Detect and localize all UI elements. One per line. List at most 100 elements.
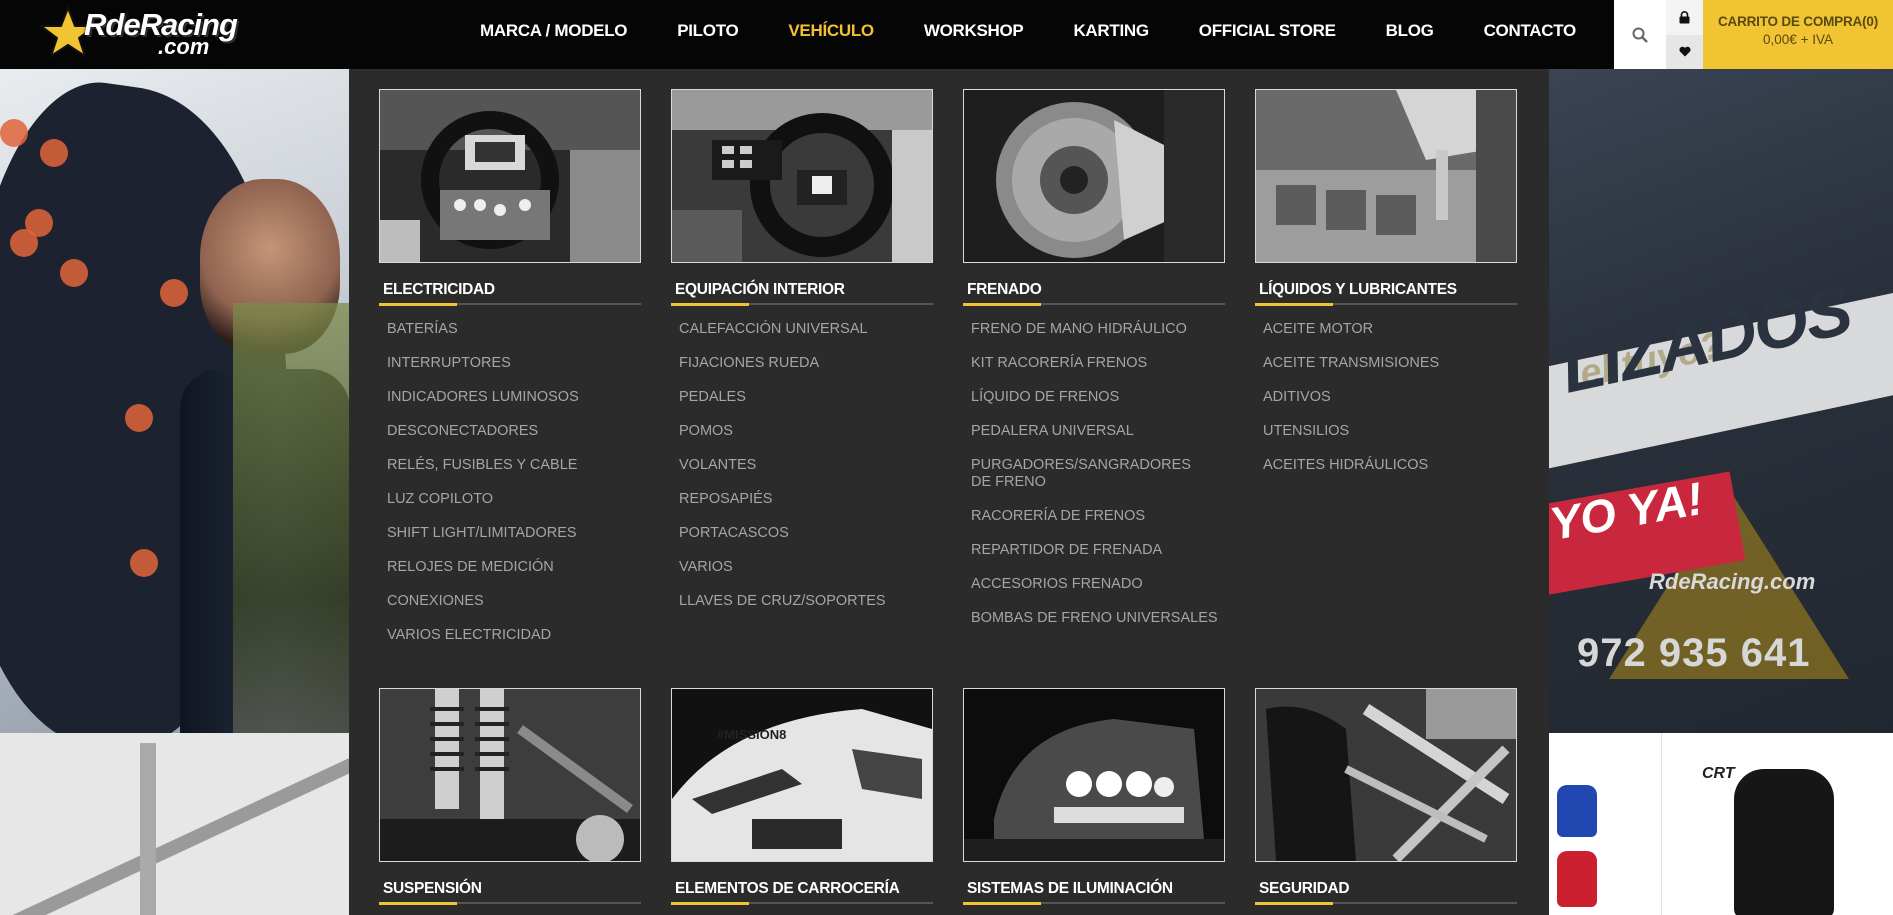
menu-item[interactable]: RELOJES DE MEDICIÓN [387,559,641,576]
divider [1661,733,1662,915]
menu-item[interactable]: VOLANTES [679,457,933,474]
menu-item[interactable]: CONEXIONES [387,593,641,610]
menu-item[interactable]: ACEITE MOTOR [1263,321,1517,338]
account-button[interactable] [1666,0,1703,35]
menu-item[interactable]: SHIFT LIGHT/LIMITADORES [387,525,641,542]
category-image[interactable] [379,688,641,862]
product-card-rollcage[interactable] [0,733,349,915]
menu-item[interactable]: RACORERÍA DE FRENOS [971,508,1225,525]
cart-button[interactable]: CARRITO DE COMPRA(0) 0,00€ + IVA [1703,0,1893,69]
category-title[interactable]: SEGURIDAD [1255,878,1517,900]
menu-item[interactable]: INTERRUPTORES [387,355,641,372]
category-image[interactable] [963,89,1225,263]
category-seguridad: SEGURIDAD [1255,688,1517,905]
nav-blog[interactable]: BLOG [1386,21,1434,41]
map-dot [130,549,158,577]
menu-item[interactable]: LLAVES DE CRUZ/SOPORTES [679,593,933,610]
menu-item[interactable]: ACCESORIOS FRENADO [971,576,1225,593]
category-title[interactable]: ELECTRICIDAD [379,279,641,301]
category-title[interactable]: SUSPENSIÓN [379,878,641,900]
cart-title: CARRITO DE COMPRA(0) [1717,14,1878,29]
category-image[interactable] [379,89,641,263]
map-dot [40,139,68,167]
menu-item[interactable]: INDICADORES LUMINOSOS [387,389,641,406]
menu-item[interactable]: REPARTIDOR DE FRENADA [971,542,1225,559]
category-item-list: BATERÍAS INTERRUPTORES INDICADORES LUMIN… [379,321,641,644]
menu-item[interactable]: CALEFACCIÓN UNIVERSAL [679,321,933,338]
menu-item[interactable]: VARIOS [679,559,933,576]
nav-piloto[interactable]: PILOTO [677,21,738,41]
nav-contacto[interactable]: CONTACTO [1484,21,1577,41]
menu-item[interactable]: VARIOS ELECTRICIDAD [387,627,641,644]
seat-image [1734,769,1834,915]
category-image[interactable] [963,688,1225,862]
menu-item[interactable]: BATERÍAS [387,321,641,338]
wishlist-button[interactable] [1666,34,1703,69]
category-title[interactable]: SISTEMAS DE ILUMINACIÓN [963,878,1225,900]
category-title[interactable]: LÍQUIDOS Y LUBRICANTES [1255,279,1517,301]
category-underline [671,303,933,306]
nav-official-store[interactable]: OFFICIAL STORE [1199,21,1336,41]
cart-total: 0,00€ + IVA [1763,32,1833,47]
category-underline [379,902,641,905]
search-icon [1632,27,1648,43]
category-title[interactable]: ELEMENTOS DE CARROCERÍA [671,878,933,900]
category-sistemas-iluminacion: SISTEMAS DE ILUMINACIÓN [963,688,1225,905]
menu-item[interactable]: PEDALES [679,389,933,406]
map-dot [0,119,28,147]
seat-red-image [1557,851,1597,907]
category-title[interactable]: FRENADO [963,279,1225,301]
category-underline [1255,902,1517,905]
banner-brand: RdeRacing.com [1649,569,1816,594]
menu-item[interactable]: RELÉS, FUSIBLES Y CABLE [387,457,641,474]
photo-overlay [233,303,349,733]
lock-icon [1679,10,1690,24]
product-card-seats[interactable]: CRT [1549,733,1893,915]
category-underline [963,303,1225,306]
search-button[interactable] [1614,0,1666,69]
menu-item[interactable]: BOMBAS DE FRENO UNIVERSALES [971,610,1225,627]
menu-item[interactable]: PEDALERA UNIVERSAL [971,423,1225,440]
menu-item[interactable]: ADITIVOS [1263,389,1517,406]
nav-marca-modelo[interactable]: MARCA / MODELO [480,21,628,41]
menu-item[interactable]: UTENSILIOS [1263,423,1517,440]
menu-item[interactable]: PORTACASCOS [679,525,933,542]
seat-blue-image [1557,785,1597,837]
logo-subtext: .com [158,34,210,59]
category-underline [379,303,641,306]
map-dot [25,209,53,237]
category-image[interactable] [1255,89,1517,263]
category-item-list: FRENO DE MANO HIDRÁULICO KIT RACORERÍA F… [963,321,1225,627]
menu-item[interactable]: DESCONECTADORES [387,423,641,440]
menu-item[interactable]: POMOS [679,423,933,440]
category-frenado: FRENADO FRENO DE MANO HIDRÁULICO KIT RAC… [963,89,1225,644]
menu-item[interactable]: KIT RACORERÍA FRENOS [971,355,1225,372]
menu-item[interactable]: ACEITES HIDRÁULICOS [1263,457,1517,474]
category-suspension: SUSPENSIÓN [379,688,641,905]
hero-banner-right: el tuyo? LIZADOS YO YA! RdeRacing.com 97… [1549,69,1893,733]
menu-item[interactable]: FRENO DE MANO HIDRÁULICO [971,321,1225,338]
menu-item[interactable]: ACEITE TRANSMISIONES [1263,355,1517,372]
category-image[interactable] [1255,688,1517,862]
category-liquidos-lubricantes: LÍQUIDOS Y LUBRICANTES ACEITE MOTOR ACEI… [1255,89,1517,491]
category-item-list: ACEITE MOTOR ACEITE TRANSMISIONES ADITIV… [1255,321,1517,474]
menu-item[interactable]: REPOSAPIÉS [679,491,933,508]
nav-karting[interactable]: KARTING [1073,21,1149,41]
category-elementos-carroceria: #MISSION8 ELEMENTOS DE CARROCERÍA [671,688,933,905]
vehiculo-mega-menu: ELECTRICIDAD BATERÍAS INTERRUPTORES INDI… [349,69,1549,915]
menu-item[interactable]: PURGADORES/SANGRADORES DE FRENO [971,457,1201,491]
menu-item[interactable]: LUZ COPILOTO [387,491,641,508]
nav-workshop[interactable]: WORKSHOP [924,21,1024,41]
menu-item[interactable]: FIJACIONES RUEDA [679,355,933,372]
menu-item[interactable]: LÍQUIDO DE FRENOS [971,389,1225,406]
map-dot [160,279,188,307]
category-image[interactable]: #MISSION8 [671,688,933,862]
map-dot [60,259,88,287]
nav-vehiculo[interactable]: VEHÍCULO [788,21,874,41]
category-image[interactable] [671,89,933,263]
category-title[interactable]: EQUIPACIÓN INTERIOR [671,279,933,301]
category-underline [963,902,1225,905]
category-underline [671,902,933,905]
site-logo[interactable]: RdeRacing .com [38,4,274,62]
category-equipacion-interior: EQUIPACIÓN INTERIOR CALEFACCIÓN UNIVERSA… [671,89,933,627]
